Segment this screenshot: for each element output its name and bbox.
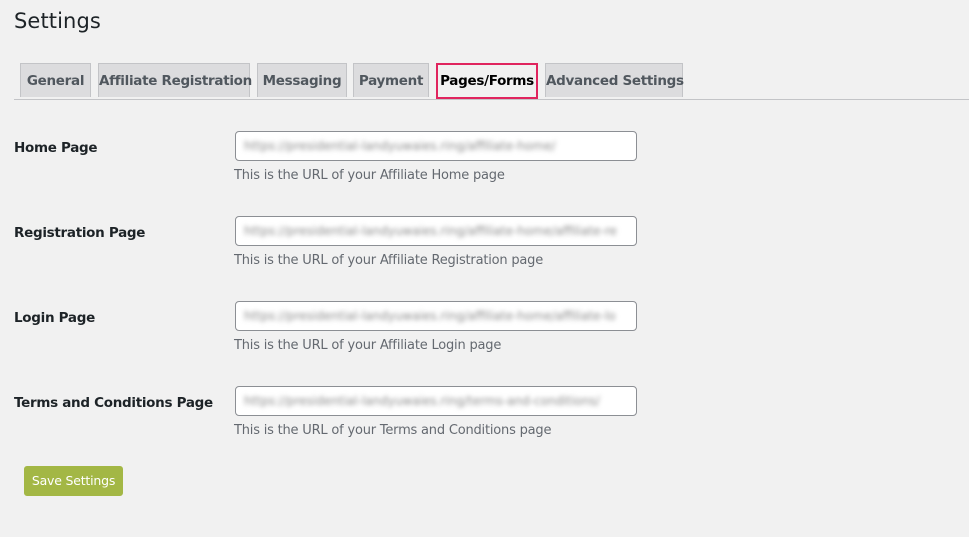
terms-page-input-value: https://presidential-landyuwaies.ring/te…	[244, 394, 600, 408]
registration-page-input[interactable]: https://presidential-landyuwaies.ring/af…	[235, 216, 637, 246]
tab-general[interactable]: General	[20, 63, 91, 97]
home-page-label: Home Page	[14, 140, 98, 156]
registration-page-description: This is the URL of your Affiliate Regist…	[234, 253, 544, 268]
settings-tabs: General Affiliate Registration Messaging…	[14, 63, 969, 100]
home-page-input-value: https://presidential-landyuwaies.ring/af…	[244, 139, 556, 153]
home-page-input[interactable]: https://presidential-landyuwaies.ring/af…	[235, 131, 637, 161]
tab-payment[interactable]: Payment	[353, 63, 429, 97]
registration-page-label: Registration Page	[14, 225, 146, 241]
settings-page: Settings General Affiliate Registration …	[0, 0, 969, 537]
login-page-label: Login Page	[14, 310, 95, 326]
login-page-input-value: https://presidential-landyuwaies.ring/af…	[244, 309, 616, 323]
registration-page-input-value: https://presidential-landyuwaies.ring/af…	[244, 224, 617, 238]
login-page-description: This is the URL of your Affiliate Login …	[234, 338, 502, 353]
tab-messaging[interactable]: Messaging	[257, 63, 347, 97]
terms-page-description: This is the URL of your Terms and Condit…	[234, 423, 552, 438]
terms-page-input[interactable]: https://presidential-landyuwaies.ring/te…	[235, 386, 637, 416]
tab-affiliate-registration[interactable]: Affiliate Registration	[98, 63, 252, 97]
tab-advanced-settings[interactable]: Advanced Settings	[545, 63, 684, 97]
tab-pages-forms[interactable]: Pages/Forms	[436, 63, 538, 99]
page-title: Settings	[14, 9, 101, 33]
terms-page-label: Terms and Conditions Page	[14, 395, 213, 411]
save-settings-button[interactable]: Save Settings	[24, 466, 123, 496]
login-page-input[interactable]: https://presidential-landyuwaies.ring/af…	[235, 301, 637, 331]
home-page-description: This is the URL of your Affiliate Home p…	[234, 168, 505, 183]
